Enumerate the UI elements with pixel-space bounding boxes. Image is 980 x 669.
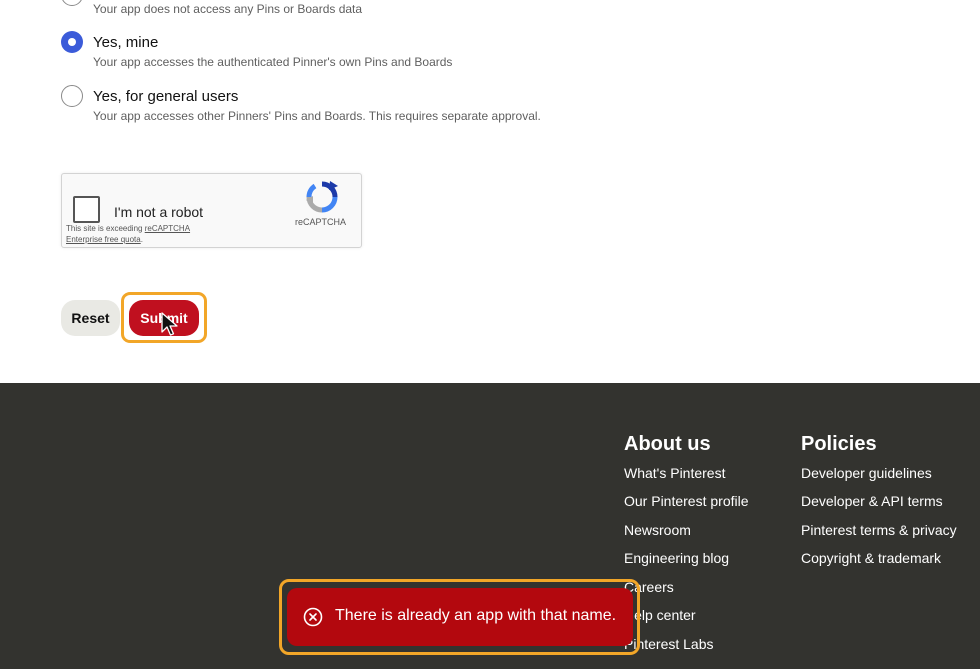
recaptcha-widget: I'm not a robot This site is exceeding r… bbox=[61, 173, 362, 248]
option-description: Your app accesses other Pinners' Pins an… bbox=[93, 109, 541, 123]
footer-link[interactable]: Developer & API terms bbox=[801, 493, 943, 509]
radio-mine[interactable] bbox=[61, 31, 83, 53]
footer-heading-policies: Policies bbox=[801, 433, 877, 455]
footer-link[interactable]: Newsroom bbox=[624, 522, 691, 538]
footer-link[interactable]: Pinterest terms & privacy bbox=[801, 522, 957, 538]
error-x-circle-icon bbox=[303, 607, 323, 627]
reset-button[interactable]: Reset bbox=[61, 300, 120, 336]
footer-link[interactable]: Engineering blog bbox=[624, 550, 729, 566]
footer-link[interactable]: Our Pinterest profile bbox=[624, 493, 749, 509]
option-title: Yes, for general users bbox=[93, 88, 239, 105]
recaptcha-logo-icon bbox=[306, 181, 338, 213]
option-title: Yes, mine bbox=[93, 34, 159, 51]
radio-none[interactable] bbox=[61, 0, 83, 6]
mouse-cursor-icon bbox=[161, 312, 178, 336]
quota-warning-end: . bbox=[140, 235, 143, 244]
recaptcha-label: I'm not a robot bbox=[114, 204, 204, 220]
footer-link[interactable]: What's Pinterest bbox=[624, 465, 726, 481]
radio-general-users[interactable] bbox=[61, 85, 83, 107]
footer-link[interactable]: Developer guidelines bbox=[801, 465, 932, 481]
recaptcha-checkbox[interactable] bbox=[73, 196, 100, 223]
recaptcha-brand: reCAPTCHA bbox=[295, 217, 347, 227]
error-toast: There is already an app with that name. bbox=[287, 588, 633, 646]
footer-heading-about: About us bbox=[624, 433, 711, 455]
toast-message: There is already an app with that name. bbox=[335, 607, 617, 624]
recaptcha-quota-warning: This site is exceeding reCAPTCHA Enterpr… bbox=[66, 223, 216, 245]
option-description: Your app does not access any Pins or Boa… bbox=[93, 2, 363, 16]
footer-link[interactable]: Copyright & trademark bbox=[801, 550, 941, 566]
option-description: Your app accesses the authenticated Pinn… bbox=[93, 55, 453, 69]
quota-warning-text: This site is exceeding bbox=[66, 224, 145, 233]
